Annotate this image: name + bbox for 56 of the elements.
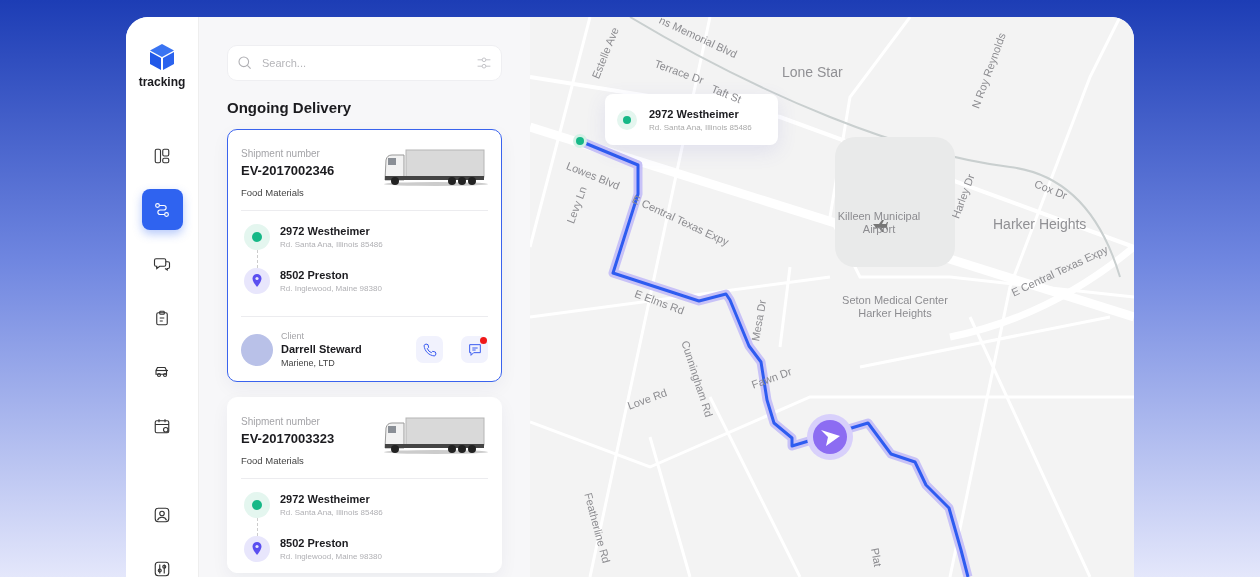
place-label: Seton Medical Center Harker Heights — [841, 294, 949, 321]
place-label: Harker Heights — [993, 216, 1087, 232]
vehicle-marker-icon — [807, 414, 853, 460]
search-field[interactable]: Search... — [227, 45, 502, 81]
stop-title: 8502 Preston — [280, 269, 350, 281]
street-label: Taft St — [709, 82, 744, 106]
search-icon — [237, 55, 253, 71]
shipment-number: EV-2017003323 — [241, 431, 335, 446]
cube-logo-icon — [148, 43, 176, 71]
sliders-icon — [153, 559, 171, 577]
nav-button[interactable] — [141, 189, 183, 230]
delivery-card[interactable]: Shipment number EV-2017002346 Food Materials 2972 Westheimer Rd. Santa Ana, Illinois 85486 8502 Preston Rd. Inglewood, Maine 98380 Client Darrell Steward Mariene, LTD — [227, 129, 502, 382]
stop-address: Rd. Santa Ana, Illinois 85486 — [280, 508, 383, 517]
cargo-type: Food Materials — [241, 455, 305, 466]
shipment-label: Shipment number — [241, 148, 321, 159]
route-icon — [153, 200, 171, 219]
origin-dot-icon — [244, 492, 270, 518]
client-label: Client — [281, 331, 305, 341]
stop-title: 2972 Westheimer — [280, 493, 371, 505]
client-name: Darrell Steward — [281, 343, 363, 355]
shipment-label: Shipment number — [241, 416, 321, 427]
shipment-number: EV-2017002346 — [241, 163, 335, 178]
street-label: E Elms Rd — [632, 287, 686, 317]
section-heading: Ongoing Delivery — [227, 99, 353, 116]
dashboard-icon — [153, 146, 171, 165]
phone-icon — [421, 341, 438, 358]
cargo-type: Food Materials — [241, 187, 305, 198]
origin-dot-icon — [244, 224, 270, 250]
message-button[interactable] — [461, 336, 488, 363]
delivery-card[interactable]: Shipment number EV-2017003323 Food Materials 2972 Westheimer Rd. Santa Ana, Illinois 85486 8502 Preston Rd. Inglewood, Maine 98380 — [227, 397, 502, 573]
place-label: Lone Star — [782, 64, 843, 80]
clipboard-icon — [153, 308, 171, 327]
popup-title: 2972 Westheimer — [649, 107, 740, 120]
stop-title: 2972 Westheimer — [280, 225, 371, 237]
user-icon — [153, 505, 171, 524]
call-button[interactable] — [416, 336, 443, 363]
street-label: Mesa Dr — [749, 299, 769, 343]
street-label: Levy Ln — [564, 184, 589, 226]
client-company: Mariene, LTD — [281, 358, 336, 368]
stop-address: Rd. Santa Ana, Illinois 85486 — [280, 240, 383, 249]
street-label: Fawn Dr — [749, 365, 794, 391]
street-label: Love Rd — [625, 386, 669, 412]
location-pin-icon — [244, 268, 270, 294]
logo-text: tracking — [138, 75, 186, 89]
street-label: Cox Dr — [1032, 177, 1069, 202]
calendar-icon — [153, 416, 171, 435]
start-dot-icon — [573, 134, 587, 148]
stop-address: Rd. Inglewood, Maine 98380 — [280, 552, 382, 561]
stop-title: 8502 Preston — [280, 537, 350, 549]
street-label: Plat — [869, 546, 885, 568]
stop-address: Rd. Inglewood, Maine 98380 — [280, 284, 382, 293]
avatar-circle — [241, 333, 273, 366]
origin-dot-icon — [617, 109, 637, 130]
location-pin-icon — [244, 536, 270, 562]
popup-address: Rd. Santa Ana, Illinois 85486 — [649, 122, 752, 132]
message-icon — [466, 341, 483, 358]
